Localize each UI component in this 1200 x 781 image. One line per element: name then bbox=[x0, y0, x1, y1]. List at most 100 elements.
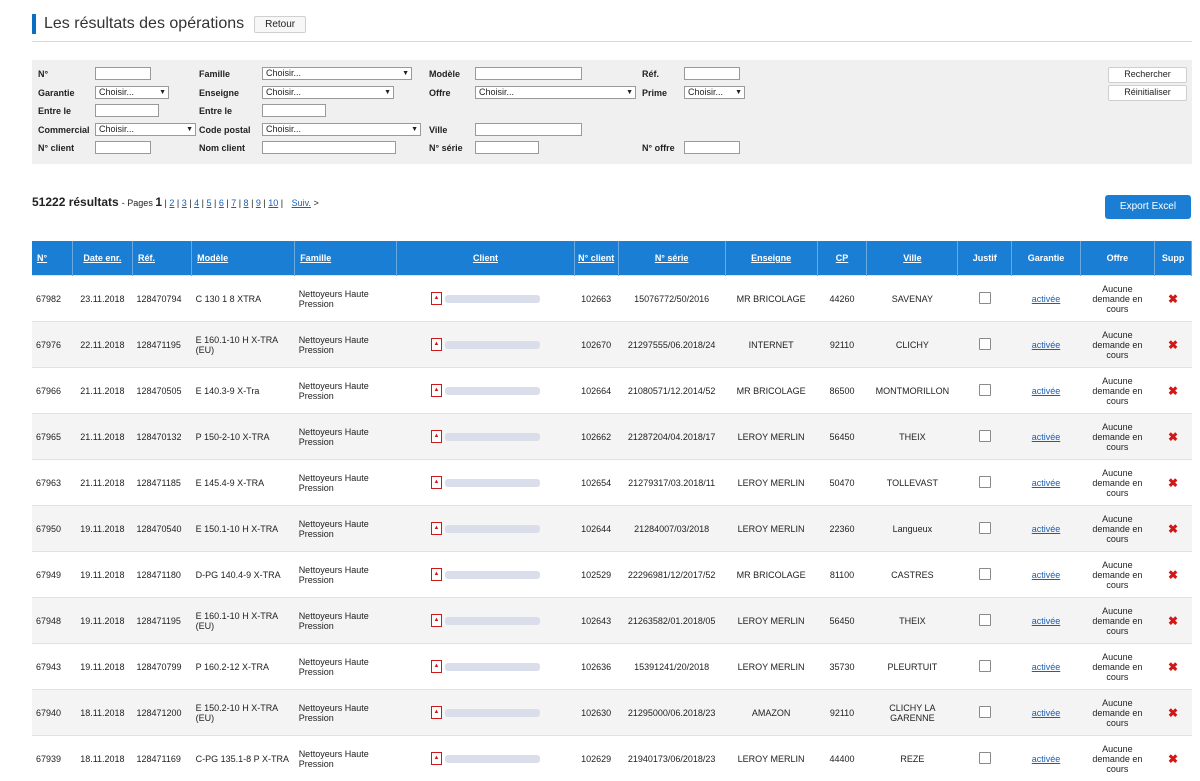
garantie-link[interactable]: activée bbox=[1032, 340, 1061, 350]
col-ref[interactable]: Réf. bbox=[132, 241, 191, 276]
pdf-icon[interactable]: ▲ bbox=[431, 430, 442, 443]
col-modele[interactable]: Modèle bbox=[192, 241, 295, 276]
document-icon[interactable] bbox=[979, 522, 991, 534]
cell-famille: Nettoyeurs Haute Pression bbox=[295, 276, 397, 322]
col-famille[interactable]: Famille bbox=[295, 241, 397, 276]
delete-icon[interactable]: ✖ bbox=[1168, 430, 1178, 444]
page-link[interactable]: 9 bbox=[256, 198, 261, 208]
col-num-client[interactable]: N° client bbox=[574, 241, 618, 276]
famille-select[interactable]: Choisir...▼ bbox=[262, 67, 412, 80]
current-page: 1 bbox=[155, 195, 162, 209]
document-icon[interactable] bbox=[979, 568, 991, 580]
pdf-icon[interactable]: ▲ bbox=[431, 522, 442, 535]
garantie-link[interactable]: activée bbox=[1032, 570, 1061, 580]
garantie-link[interactable]: activée bbox=[1032, 524, 1061, 534]
cell-date: 21.11.2018 bbox=[72, 460, 132, 506]
modele-input[interactable] bbox=[475, 67, 582, 80]
document-icon[interactable] bbox=[979, 752, 991, 764]
delete-icon[interactable]: ✖ bbox=[1168, 614, 1178, 628]
pdf-icon[interactable]: ▲ bbox=[431, 384, 442, 397]
delete-icon[interactable]: ✖ bbox=[1168, 476, 1178, 490]
delete-icon[interactable]: ✖ bbox=[1168, 522, 1178, 536]
pdf-icon[interactable]: ▲ bbox=[431, 614, 442, 627]
page-link[interactable]: 10 bbox=[268, 198, 278, 208]
ref-input[interactable] bbox=[684, 67, 740, 80]
date-from-input[interactable] bbox=[95, 104, 159, 117]
document-icon[interactable] bbox=[979, 292, 991, 304]
offre-select[interactable]: Choisir...▼ bbox=[475, 86, 636, 99]
delete-icon[interactable]: ✖ bbox=[1168, 292, 1178, 306]
reset-button[interactable]: Réinitialiser bbox=[1108, 85, 1187, 101]
enseigne-select[interactable]: Choisir...▼ bbox=[262, 86, 394, 99]
page-link[interactable]: 3 bbox=[182, 198, 187, 208]
document-icon[interactable] bbox=[979, 384, 991, 396]
page-link[interactable]: 8 bbox=[244, 198, 249, 208]
document-icon[interactable] bbox=[979, 706, 991, 718]
delete-icon[interactable]: ✖ bbox=[1168, 706, 1178, 720]
garantie-link[interactable]: activée bbox=[1032, 386, 1061, 396]
page-link[interactable]: 2 bbox=[169, 198, 174, 208]
pdf-icon[interactable]: ▲ bbox=[431, 476, 442, 489]
cell-cp: 44260 bbox=[817, 276, 867, 322]
num-input[interactable] bbox=[95, 67, 151, 80]
cell-cp: 86500 bbox=[817, 368, 867, 414]
back-button[interactable]: Retour bbox=[254, 16, 306, 33]
document-icon[interactable] bbox=[979, 660, 991, 672]
garantie-link[interactable]: activée bbox=[1032, 432, 1061, 442]
delete-icon[interactable]: ✖ bbox=[1168, 384, 1178, 398]
page-link[interactable]: 6 bbox=[219, 198, 224, 208]
col-enseigne[interactable]: Enseigne bbox=[725, 241, 817, 276]
nom-client-input[interactable] bbox=[262, 141, 396, 154]
col-client[interactable]: Client bbox=[397, 241, 575, 276]
garantie-link[interactable]: activée bbox=[1032, 616, 1061, 626]
cell-garantie: activée bbox=[1012, 506, 1080, 552]
garantie-link[interactable]: activée bbox=[1032, 478, 1061, 488]
pdf-icon[interactable]: ▲ bbox=[431, 568, 442, 581]
col-num-serie[interactable]: N° série bbox=[618, 241, 725, 276]
document-icon[interactable] bbox=[979, 338, 991, 350]
document-icon[interactable] bbox=[979, 614, 991, 626]
document-icon[interactable] bbox=[979, 430, 991, 442]
pdf-icon[interactable]: ▲ bbox=[431, 338, 442, 351]
pdf-icon[interactable]: ▲ bbox=[431, 752, 442, 765]
commercial-select[interactable]: Choisir...▼ bbox=[95, 123, 196, 136]
col-date[interactable]: Date enr. bbox=[72, 241, 132, 276]
pdf-icon[interactable]: ▲ bbox=[431, 706, 442, 719]
garantie-select[interactable]: Choisir...▼ bbox=[95, 86, 169, 99]
cell-date: 19.11.2018 bbox=[72, 552, 132, 598]
garantie-link[interactable]: activée bbox=[1032, 662, 1061, 672]
pdf-icon[interactable]: ▲ bbox=[431, 660, 442, 673]
label-num-offre: N° offre bbox=[642, 143, 675, 153]
delete-icon[interactable]: ✖ bbox=[1168, 660, 1178, 674]
code-postal-select[interactable]: Choisir...▼ bbox=[262, 123, 421, 136]
cell-offre: Aucune demande en cours bbox=[1080, 368, 1154, 414]
pdf-icon[interactable]: ▲ bbox=[431, 292, 442, 305]
cell-ville: REZE bbox=[867, 736, 958, 781]
garantie-link[interactable]: activée bbox=[1032, 294, 1061, 304]
garantie-link[interactable]: activée bbox=[1032, 708, 1061, 718]
delete-icon[interactable]: ✖ bbox=[1168, 752, 1178, 766]
delete-icon[interactable]: ✖ bbox=[1168, 338, 1178, 352]
page-link[interactable]: 5 bbox=[206, 198, 211, 208]
num-serie-input[interactable] bbox=[475, 141, 539, 154]
page-link[interactable]: 4 bbox=[194, 198, 199, 208]
ville-input[interactable] bbox=[475, 123, 582, 136]
table-row: 6794319.11.2018128470799P 160.2-12 X-TRA… bbox=[32, 644, 1192, 690]
delete-icon[interactable]: ✖ bbox=[1168, 568, 1178, 582]
search-button[interactable]: Rechercher bbox=[1108, 67, 1187, 83]
next-page-link[interactable]: Suiv. bbox=[292, 198, 311, 208]
col-num[interactable]: N° bbox=[32, 241, 72, 276]
cell-num-client: 102644 bbox=[574, 506, 618, 552]
export-excel-button[interactable]: Export Excel bbox=[1105, 195, 1191, 219]
col-justif: Justif bbox=[958, 241, 1012, 276]
num-client-input[interactable] bbox=[95, 141, 151, 154]
document-icon[interactable] bbox=[979, 476, 991, 488]
date-to-input[interactable] bbox=[262, 104, 326, 117]
garantie-link[interactable]: activée bbox=[1032, 754, 1061, 764]
page-link[interactable]: 7 bbox=[231, 198, 236, 208]
col-cp[interactable]: CP bbox=[817, 241, 867, 276]
cell-client: ▲ bbox=[397, 368, 575, 414]
prime-select[interactable]: Choisir...▼ bbox=[684, 86, 745, 99]
num-offre-input[interactable] bbox=[684, 141, 740, 154]
col-ville[interactable]: Ville bbox=[867, 241, 958, 276]
